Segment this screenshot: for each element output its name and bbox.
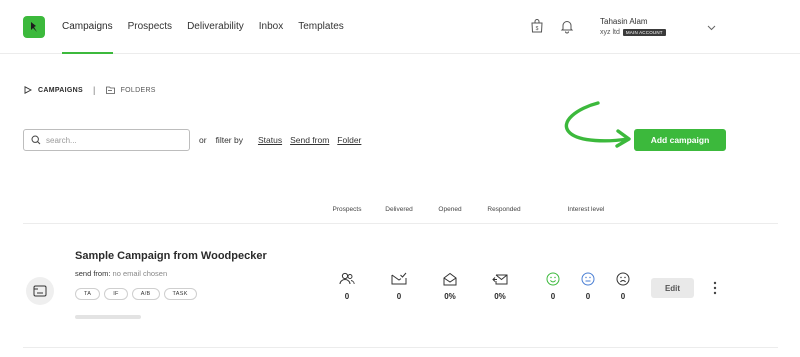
- opened-rate: 0%: [444, 292, 456, 301]
- stat-prospects: 0: [327, 272, 367, 301]
- play-outline-icon: [24, 86, 32, 94]
- table-header: Prospects Delivered Opened Responded Int…: [23, 202, 778, 224]
- header-delivered: Delivered: [385, 206, 413, 213]
- stat-interest-positive: 0: [533, 272, 573, 301]
- interest-positive-count: 0: [550, 292, 556, 301]
- campaign-tags: TA IF A/B TASK: [75, 288, 201, 300]
- tag-ab: A/B: [131, 288, 160, 300]
- interest-negative-count: 0: [620, 292, 626, 301]
- stat-interest-neutral: 0: [568, 272, 608, 301]
- user-org: xyz ltd: [600, 29, 620, 36]
- svg-text:$: $: [536, 26, 539, 32]
- more-options-icon[interactable]: [710, 280, 720, 296]
- neutral-face-icon: [581, 272, 595, 286]
- stat-interest-negative: 0: [603, 272, 643, 301]
- envelope-check-icon: [391, 272, 407, 285]
- breadcrumb: CAMPAIGNS | FOLDERS: [24, 85, 156, 95]
- or-label: or: [199, 135, 207, 145]
- breadcrumb-folders[interactable]: FOLDERS: [105, 86, 156, 94]
- chevron-down-icon[interactable]: [707, 18, 716, 36]
- breadcrumb-folders-label: FOLDERS: [120, 86, 156, 94]
- tag-task: TASK: [163, 288, 197, 300]
- stat-responded: 0%: [480, 272, 520, 301]
- header-prospects: Prospects: [332, 206, 362, 213]
- send-from-value: no email chosen: [112, 269, 168, 278]
- folder-icon: [105, 86, 115, 94]
- header-opened: Opened: [438, 206, 462, 213]
- nav-item-campaigns[interactable]: Campaigns: [62, 0, 113, 54]
- main-account-badge: MAIN ACCOUNT: [622, 29, 666, 36]
- stat-delivered: 0: [379, 272, 419, 301]
- sad-face-icon: [616, 272, 630, 286]
- stat-opened: 0%: [430, 272, 470, 301]
- open-envelope-icon: [443, 272, 457, 286]
- send-from: send from: no email chosen: [75, 269, 167, 278]
- nav-item-inbox[interactable]: Inbox: [259, 0, 283, 54]
- search-input[interactable]: [46, 135, 176, 145]
- bell-icon[interactable]: [559, 18, 575, 34]
- breadcrumb-campaigns[interactable]: CAMPAIGNS: [24, 86, 83, 94]
- filter-row: or filter by Status Send from Folder: [199, 135, 369, 145]
- campaign-row[interactable]: Sample Campaign from Woodpecker send fro…: [23, 224, 778, 348]
- campaign-type-icon: [26, 277, 54, 305]
- breadcrumb-campaigns-label: CAMPAIGNS: [38, 86, 83, 94]
- tag-if: IF: [104, 288, 128, 300]
- prospects-count: 0: [344, 292, 350, 301]
- user-org-line: xyz ltd MAIN ACCOUNT: [600, 29, 666, 36]
- tag-ta: TA: [75, 288, 101, 300]
- send-from-label: send from:: [75, 269, 111, 278]
- filter-send-from-link[interactable]: Send from: [290, 135, 329, 145]
- campaign-progress-bar: [75, 315, 141, 319]
- breadcrumb-separator: |: [92, 85, 96, 95]
- responded-rate: 0%: [494, 292, 506, 301]
- header-responded: Responded: [487, 206, 521, 213]
- curved-arrow-icon: [564, 101, 631, 148]
- nav-item-templates[interactable]: Templates: [298, 0, 344, 54]
- main-nav: Campaigns Prospects Deliverability Inbox…: [62, 0, 359, 54]
- user-name: Tahasin Alam: [600, 17, 648, 26]
- woodpecker-logo-icon[interactable]: [23, 16, 45, 38]
- nav-item-deliverability[interactable]: Deliverability: [187, 0, 244, 54]
- shopping-bag-icon[interactable]: $: [529, 18, 545, 34]
- filter-status-link[interactable]: Status: [258, 135, 282, 145]
- reply-envelope-icon: [492, 274, 508, 285]
- interest-neutral-count: 0: [585, 292, 591, 301]
- edit-campaign-button[interactable]: Edit: [651, 278, 694, 298]
- add-campaign-button[interactable]: Add campaign: [634, 129, 726, 151]
- header-interest-level: Interest level: [567, 206, 605, 213]
- filter-folder-link[interactable]: Folder: [337, 135, 361, 145]
- delivered-count: 0: [396, 292, 402, 301]
- filter-by-label: filter by: [215, 135, 243, 145]
- search-box[interactable]: [23, 129, 190, 151]
- top-navigation-bar: Campaigns Prospects Deliverability Inbox…: [0, 0, 800, 54]
- nav-item-prospects[interactable]: Prospects: [128, 0, 172, 54]
- users-icon: [339, 272, 355, 285]
- search-icon: [31, 135, 41, 145]
- user-menu[interactable]: Tahasin Alam xyz ltd MAIN ACCOUNT: [600, 17, 666, 36]
- campaign-title[interactable]: Sample Campaign from Woodpecker: [75, 250, 267, 262]
- happy-face-icon: [546, 272, 560, 286]
